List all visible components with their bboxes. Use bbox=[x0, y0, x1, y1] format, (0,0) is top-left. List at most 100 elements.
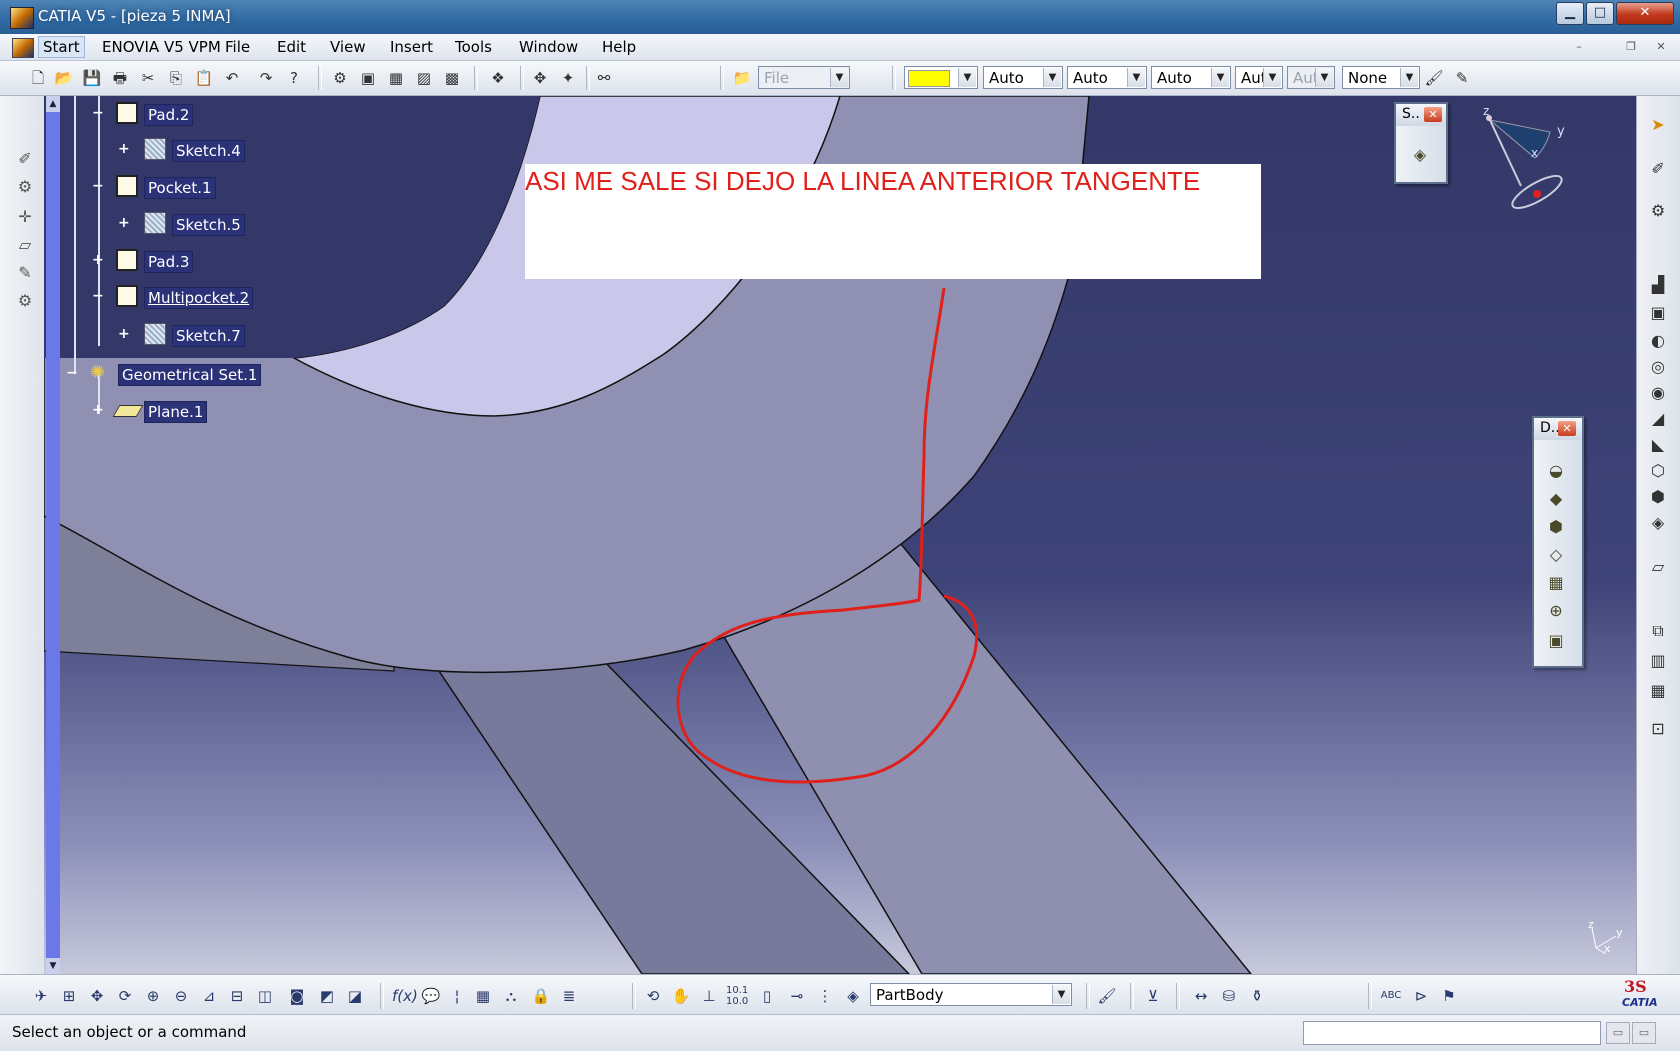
formula-icon[interactable]: ▣ bbox=[358, 68, 378, 88]
chevron-down-icon[interactable]: ▼ bbox=[958, 68, 976, 87]
mirror-icon[interactable]: ⧉ bbox=[1647, 620, 1669, 642]
save-icon[interactable]: 💾 bbox=[82, 68, 102, 88]
edge-fillet-icon[interactable]: ◒ bbox=[1544, 460, 1568, 482]
assembly-icon[interactable]: ❖ bbox=[488, 68, 508, 88]
paste-icon[interactable]: 📋 bbox=[194, 68, 214, 88]
knowledge-rule-icon[interactable]: ¦ bbox=[446, 985, 468, 1007]
layer-combo[interactable]: None ▼ bbox=[1342, 66, 1420, 89]
shaft-icon[interactable]: ◐ bbox=[1647, 330, 1669, 352]
chamfer-icon[interactable]: ◆ bbox=[1544, 488, 1568, 510]
comment-icon[interactable]: 💬 bbox=[420, 985, 442, 1007]
product-icon[interactable]: ✥ bbox=[530, 68, 550, 88]
sketcher-icon[interactable]: ✐ bbox=[14, 148, 36, 170]
sketch-icon[interactable]: ✐ bbox=[1647, 158, 1669, 180]
design-table-icon[interactable]: ▩ bbox=[442, 68, 462, 88]
close-icon[interactable]: ✕ bbox=[1424, 107, 1442, 122]
design-table-icon[interactable]: ▦ bbox=[472, 985, 494, 1007]
measure-icon[interactable]: ⚯ bbox=[594, 68, 614, 88]
chevron-down-icon[interactable]: ▼ bbox=[1400, 68, 1418, 87]
expand-icon[interactable]: + bbox=[118, 327, 130, 341]
tree-icon[interactable]: ⛬ bbox=[500, 985, 522, 1007]
catalog-icon[interactable]: ▦ bbox=[386, 68, 406, 88]
thickness-icon[interactable]: ▦ bbox=[1544, 572, 1568, 594]
plane-tool-icon[interactable]: ▱ bbox=[14, 234, 36, 256]
body-combo[interactable]: PartBody ▼ bbox=[870, 983, 1072, 1006]
chevron-down-icon[interactable]: ▼ bbox=[1263, 68, 1281, 87]
folder-icon[interactable]: 📁 bbox=[732, 68, 752, 88]
chevron-down-icon[interactable]: ▼ bbox=[1315, 68, 1333, 87]
scroll-up-icon[interactable]: ▲ bbox=[46, 96, 60, 112]
multi-sections-icon[interactable]: ⬢ bbox=[1647, 486, 1669, 508]
material-icon[interactable]: 🖌 bbox=[1096, 985, 1118, 1007]
grid-pattern-icon[interactable]: ▦ bbox=[1647, 680, 1669, 702]
transparency-combo[interactable]: Auto ▼ bbox=[983, 66, 1063, 89]
fit-all-icon[interactable]: ⊞ bbox=[58, 985, 80, 1007]
menu-enovia[interactable]: ENOVIA V5 VPM bbox=[102, 38, 221, 56]
status-button-2[interactable]: ▭ bbox=[1632, 1022, 1656, 1044]
lock-icon[interactable]: 🔒 bbox=[530, 985, 552, 1007]
axis-system-icon[interactable]: ⊥ bbox=[698, 985, 720, 1007]
parameter-icon[interactable]: ▨ bbox=[414, 68, 434, 88]
hide-show-icon[interactable]: ◩ bbox=[316, 985, 338, 1007]
menu-window[interactable]: Window bbox=[519, 38, 578, 56]
menu-view[interactable]: View bbox=[330, 38, 366, 56]
expand-icon[interactable]: + bbox=[92, 253, 104, 267]
collapse-icon[interactable]: − bbox=[66, 366, 78, 380]
whats-this-icon[interactable]: ? bbox=[284, 68, 304, 88]
layers-icon[interactable]: ◈ bbox=[1408, 144, 1432, 166]
cut-icon[interactable]: ✂ bbox=[138, 68, 158, 88]
update-icon[interactable]: ⟲ bbox=[642, 985, 664, 1007]
pad-icon[interactable]: ▟ bbox=[1647, 274, 1669, 296]
chevron-down-icon[interactable]: ▼ bbox=[1052, 985, 1070, 1004]
new-icon[interactable]: 🗋 bbox=[28, 68, 48, 88]
doc-restore-button[interactable]: ❐ bbox=[1622, 39, 1640, 54]
chevron-down-icon[interactable]: ▼ bbox=[830, 68, 848, 87]
rendering-combo[interactable]: Aut ▼ bbox=[1287, 66, 1335, 89]
line-weight-combo[interactable]: Auto ▼ bbox=[1067, 66, 1147, 89]
thread-icon[interactable]: ⊕ bbox=[1544, 600, 1568, 622]
chevron-down-icon[interactable]: ▼ bbox=[1043, 68, 1061, 87]
iso-view-icon[interactable]: ◫ bbox=[254, 985, 276, 1007]
formula-icon[interactable]: f(x) bbox=[392, 985, 418, 1007]
multi-view-icon[interactable]: ⊟ bbox=[226, 985, 248, 1007]
close-button[interactable]: ✕ bbox=[1616, 2, 1674, 25]
command-input[interactable] bbox=[1303, 1021, 1601, 1045]
hand-icon[interactable]: ✋ bbox=[670, 985, 692, 1007]
shading-icon[interactable]: ◙ bbox=[286, 985, 308, 1007]
body-icon[interactable]: ▯ bbox=[756, 985, 778, 1007]
document-icon[interactable] bbox=[12, 38, 34, 58]
fly-mode-icon[interactable]: ✈ bbox=[30, 985, 52, 1007]
annotation-view-icon[interactable]: ⚑ bbox=[1438, 985, 1460, 1007]
menu-start[interactable]: Start bbox=[38, 36, 85, 58]
doc-minimize-button[interactable]: – bbox=[1570, 39, 1588, 54]
parameters-icon[interactable]: ⋮ bbox=[814, 985, 836, 1007]
zoom-in-icon[interactable]: ⊕ bbox=[142, 985, 164, 1007]
point-symbol-combo[interactable]: Aut ▼ bbox=[1235, 66, 1283, 89]
swap-space-icon[interactable]: ◪ bbox=[344, 985, 366, 1007]
painter-icon[interactable]: 🖌 bbox=[1424, 68, 1444, 88]
doc-close-button[interactable]: ✕ bbox=[1652, 39, 1670, 54]
menu-edit[interactable]: Edit bbox=[277, 38, 306, 56]
measure-inertia-icon[interactable]: ⛁ bbox=[1218, 985, 1240, 1007]
expand-icon[interactable]: + bbox=[118, 216, 130, 230]
exit-workbench-icon[interactable]: ⚙ bbox=[1647, 200, 1669, 222]
axis-icon[interactable]: ✛ bbox=[14, 206, 36, 228]
redo-icon[interactable]: ↷ bbox=[256, 68, 276, 88]
sketch-tool-icon[interactable]: ✎ bbox=[14, 262, 36, 284]
scale-icon[interactable]: ⊡ bbox=[1647, 718, 1669, 740]
tree-scrollbar[interactable]: ▲ ▼ bbox=[46, 96, 60, 974]
hole-icon[interactable]: ◉ bbox=[1647, 382, 1669, 404]
component-icon[interactable]: ✦ bbox=[558, 68, 578, 88]
pan-icon[interactable]: ✥ bbox=[86, 985, 108, 1007]
status-button-1[interactable]: ▭ bbox=[1606, 1022, 1630, 1044]
rotate-icon[interactable]: ⟳ bbox=[114, 985, 136, 1007]
maximize-button[interactable]: □ bbox=[1586, 2, 1614, 25]
define-work-object-icon[interactable]: ◈ bbox=[842, 985, 864, 1007]
undo-icon[interactable]: ↶ bbox=[222, 68, 242, 88]
rib-icon[interactable]: ◢ bbox=[1647, 408, 1669, 430]
chevron-down-icon[interactable]: ▼ bbox=[1127, 68, 1145, 87]
flag-note-icon[interactable]: ⊳ bbox=[1410, 985, 1432, 1007]
line-type-combo[interactable]: Auto ▼ bbox=[1151, 66, 1231, 89]
remove-face-icon[interactable]: ▣ bbox=[1544, 630, 1568, 652]
collapse-icon[interactable]: − bbox=[92, 289, 104, 303]
